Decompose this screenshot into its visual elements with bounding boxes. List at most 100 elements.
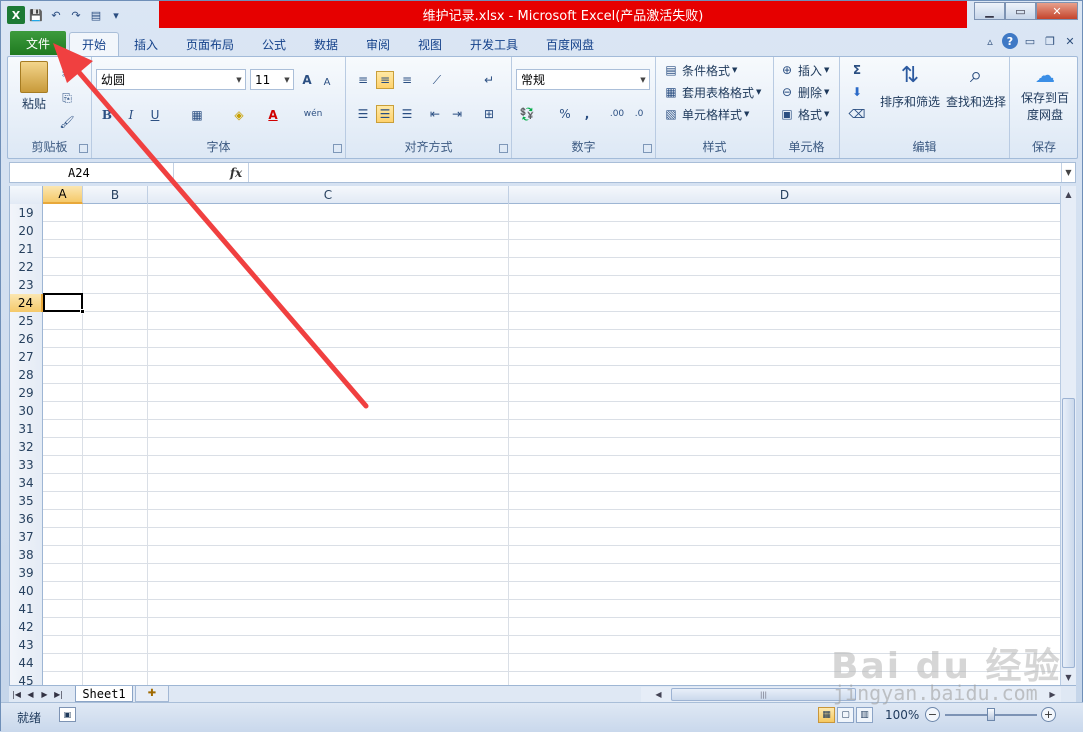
- worksheet-grid[interactable]: 19 20 21 22 23 24 25 26 27 28 29 30 31 32 33 34 35 36 37 38…: [9, 186, 1060, 685]
- cell-styles-button[interactable]: ▧ 单元格样式 ▼: [662, 105, 749, 123]
- close-button[interactable]: ✕: [1036, 2, 1078, 20]
- clear-icon[interactable]: ⌫: [848, 105, 866, 123]
- row-header[interactable]: 25: [10, 312, 43, 330]
- help-icon[interactable]: ?: [1002, 33, 1018, 49]
- cut-icon[interactable]: ✂: [58, 65, 76, 83]
- column-header-b[interactable]: B: [83, 186, 148, 204]
- sheet-tab-sheet1[interactable]: Sheet1: [75, 686, 133, 702]
- insert-function-icon[interactable]: fx: [225, 163, 247, 182]
- format-as-table-button[interactable]: ▦ 套用表格格式 ▼: [662, 83, 761, 101]
- macro-record-icon[interactable]: ▣: [59, 707, 76, 722]
- name-box[interactable]: A24: [10, 163, 174, 182]
- bold-icon[interactable]: B: [98, 106, 116, 124]
- row-header[interactable]: 29: [10, 384, 43, 402]
- zoom-out-icon[interactable]: −: [925, 707, 940, 722]
- font-launcher-icon[interactable]: [333, 144, 342, 153]
- comma-icon[interactable]: ,: [578, 105, 596, 123]
- row-header[interactable]: 24: [10, 294, 43, 312]
- doc-minimize-icon[interactable]: ▭: [1022, 33, 1038, 49]
- paste-button[interactable]: 粘贴: [16, 61, 52, 112]
- last-sheet-icon[interactable]: ▶|: [53, 687, 64, 701]
- row-header[interactable]: 42: [10, 618, 43, 636]
- row-header[interactable]: 30: [10, 402, 43, 420]
- row-header[interactable]: 22: [10, 258, 43, 276]
- form-icon[interactable]: ▤: [87, 6, 105, 24]
- font-size-select[interactable]: 11 ▼: [250, 69, 294, 90]
- increase-indent-icon[interactable]: ⇥: [448, 105, 466, 123]
- phonetic-icon[interactable]: wén: [304, 105, 323, 123]
- underline-icon[interactable]: U: [146, 106, 164, 124]
- currency-icon[interactable]: 💱: [518, 105, 536, 123]
- orientation-icon[interactable]: ⟋: [428, 71, 446, 89]
- column-header-d[interactable]: D: [509, 186, 1060, 204]
- row-header[interactable]: 44: [10, 654, 43, 672]
- redo-icon[interactable]: ↷: [67, 6, 85, 24]
- row-header[interactable]: 45: [10, 672, 43, 685]
- scroll-down-icon[interactable]: ▼: [1061, 669, 1076, 685]
- active-cell[interactable]: [43, 293, 83, 312]
- column-header-a[interactable]: A: [43, 186, 83, 204]
- percent-icon[interactable]: %: [556, 105, 574, 123]
- format-painter-icon[interactable]: 🖌: [58, 113, 76, 131]
- row-header[interactable]: 19: [10, 204, 43, 222]
- row-header[interactable]: 36: [10, 510, 43, 528]
- row-header[interactable]: 21: [10, 240, 43, 258]
- tab-file[interactable]: 文件: [10, 31, 66, 55]
- decrease-decimal-icon[interactable]: .0: [630, 105, 648, 123]
- undo-icon[interactable]: ↶: [47, 6, 65, 24]
- shrink-font-icon[interactable]: A: [318, 73, 336, 91]
- clipboard-launcher-icon[interactable]: [79, 144, 88, 153]
- column-header-c[interactable]: C: [148, 186, 509, 204]
- font-color-icon[interactable]: A: [264, 106, 282, 124]
- row-header[interactable]: 41: [10, 600, 43, 618]
- fill-color-icon[interactable]: ◈: [230, 106, 248, 124]
- zoom-level[interactable]: 100%: [885, 708, 919, 722]
- tab-baidu-netdisk[interactable]: 百度网盘: [537, 32, 603, 56]
- scroll-right-icon[interactable]: ▶: [1045, 687, 1060, 702]
- italic-icon[interactable]: I: [122, 106, 140, 124]
- copy-icon[interactable]: ⎘: [58, 89, 76, 107]
- tab-insert[interactable]: 插入: [123, 32, 169, 56]
- tab-page-layout[interactable]: 页面布局: [177, 32, 243, 56]
- merge-center-icon[interactable]: ⊞: [480, 105, 498, 123]
- font-name-select[interactable]: 幼圆 ▼: [96, 69, 246, 90]
- scroll-left-icon[interactable]: ◀: [651, 687, 666, 702]
- maximize-button[interactable]: ▭: [1005, 2, 1036, 20]
- tab-data[interactable]: 数据: [303, 32, 349, 56]
- border-icon[interactable]: ▦: [188, 106, 206, 124]
- row-header[interactable]: 23: [10, 276, 43, 294]
- format-cells-button[interactable]: ▣ 格式 ▼: [778, 105, 829, 123]
- row-header[interactable]: 27: [10, 348, 43, 366]
- row-header[interactable]: 20: [10, 222, 43, 240]
- row-header[interactable]: 38: [10, 546, 43, 564]
- grow-font-icon[interactable]: A: [298, 71, 316, 89]
- tab-developer[interactable]: 开发工具: [461, 32, 527, 56]
- zoom-slider-thumb[interactable]: [987, 708, 995, 721]
- vertical-scrollbar[interactable]: ▲ ▼: [1060, 186, 1076, 685]
- customize-qat-icon[interactable]: ▾: [107, 6, 125, 24]
- select-all-corner[interactable]: [10, 186, 43, 204]
- fill-handle[interactable]: [80, 309, 85, 314]
- row-header[interactable]: 33: [10, 456, 43, 474]
- fill-icon[interactable]: ⬇: [848, 83, 866, 101]
- insert-cells-button[interactable]: ⊕ 插入 ▼: [778, 61, 829, 79]
- row-header[interactable]: 26: [10, 330, 43, 348]
- delete-cells-button[interactable]: ⊖ 删除 ▼: [778, 83, 829, 101]
- scroll-up-icon[interactable]: ▲: [1061, 186, 1076, 202]
- tab-view[interactable]: 视图: [407, 32, 453, 56]
- row-header[interactable]: 40: [10, 582, 43, 600]
- autosum-icon[interactable]: Σ: [848, 61, 866, 79]
- horizontal-scrollbar[interactable]: ◀ ||| ▶: [641, 687, 1061, 702]
- align-right-icon[interactable]: ☰: [398, 105, 416, 123]
- wrap-text-icon[interactable]: ↵: [480, 71, 498, 89]
- tab-review[interactable]: 审阅: [355, 32, 401, 56]
- page-layout-view-icon[interactable]: ▢: [837, 707, 854, 723]
- expand-formula-icon[interactable]: ▼: [1061, 163, 1075, 182]
- tab-home[interactable]: 开始: [69, 32, 119, 56]
- align-top-icon[interactable]: ≡: [354, 71, 372, 89]
- number-format-select[interactable]: 常规 ▼: [516, 69, 650, 90]
- insert-sheet-icon[interactable]: ✚: [135, 686, 169, 702]
- sort-filter-button[interactable]: ⇅ 排序和筛选: [878, 61, 942, 110]
- align-center-icon[interactable]: ☰: [376, 105, 394, 123]
- number-launcher-icon[interactable]: [643, 144, 652, 153]
